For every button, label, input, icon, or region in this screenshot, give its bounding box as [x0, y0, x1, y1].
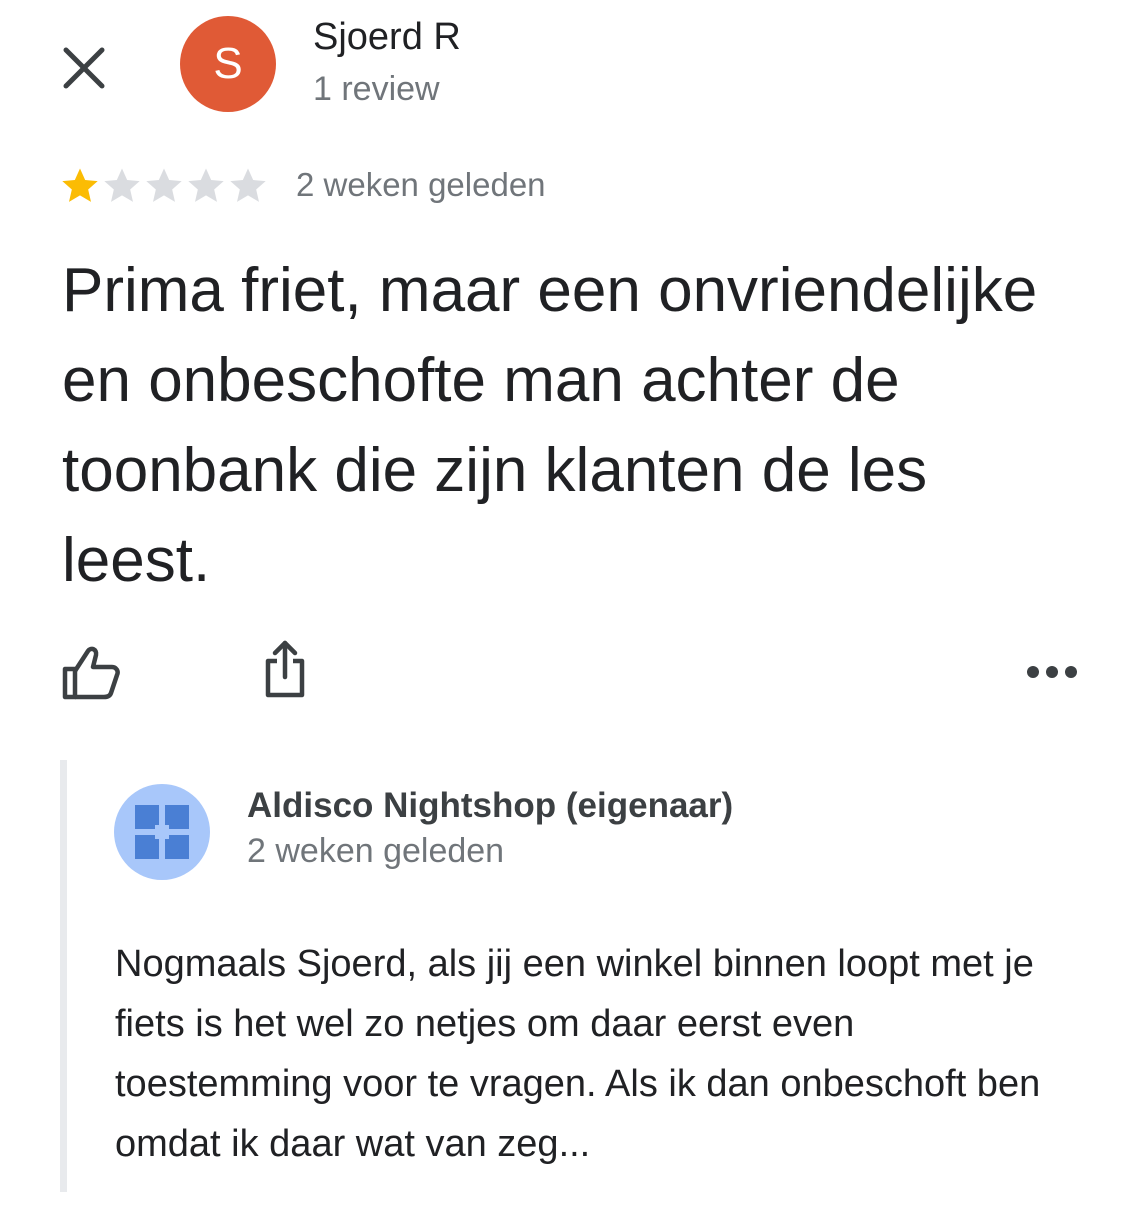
- owner-reply-date: 2 weken geleden: [247, 832, 505, 870]
- owner-avatar[interactable]: [114, 784, 210, 880]
- star-empty-icon: [104, 168, 140, 202]
- reviewer-name[interactable]: Sjoerd R: [313, 16, 461, 59]
- review-text: Prima friet, maar een onvriendelijke en …: [62, 256, 1038, 595]
- close-icon: [63, 47, 105, 89]
- store-logo-icon: [135, 805, 189, 859]
- avatar-initial: S: [213, 39, 243, 88]
- reply-divider: [60, 760, 67, 1192]
- owner-reply-text: Nogmaals Sjoerd, als jij een winkel binn…: [115, 943, 1041, 1165]
- review-date: 2 weken geleden: [296, 166, 546, 203]
- thumbs-up-icon: [62, 646, 120, 700]
- star-empty-icon: [146, 168, 182, 202]
- like-button[interactable]: [58, 640, 124, 706]
- close-button[interactable]: [56, 40, 112, 96]
- share-button[interactable]: [252, 636, 318, 702]
- review-count: 1 review: [313, 70, 440, 108]
- more-horizontal-icon: [1027, 666, 1077, 678]
- star-filled-icon: [62, 168, 98, 202]
- star-rating: [60, 166, 268, 206]
- share-icon: [265, 640, 305, 698]
- star-empty-icon: [230, 168, 266, 202]
- reviewer-avatar[interactable]: S: [180, 16, 276, 112]
- star-empty-icon: [188, 168, 224, 202]
- more-options-button[interactable]: [1022, 648, 1082, 696]
- owner-name[interactable]: Aldisco Nightshop (eigenaar): [247, 786, 733, 826]
